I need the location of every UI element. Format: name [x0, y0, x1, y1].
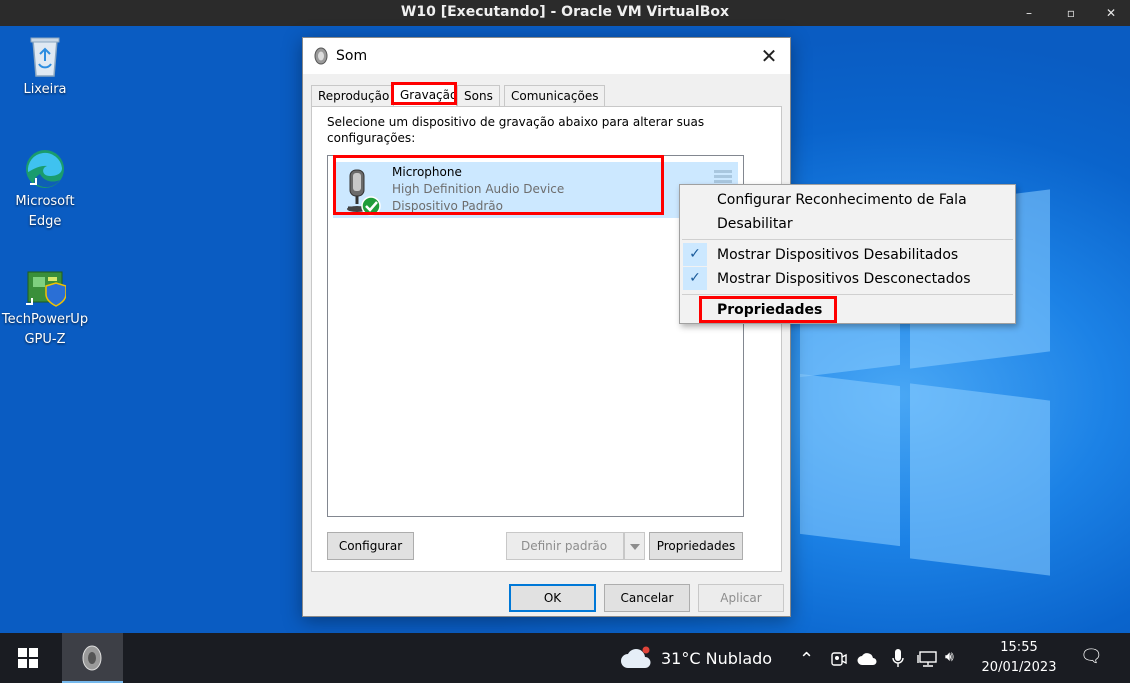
windows-logo-pane — [910, 383, 1050, 576]
desktop-icon-label: Microsoft — [15, 194, 75, 209]
network-icon[interactable] — [917, 650, 939, 668]
onedrive-cloud-icon[interactable] — [857, 651, 879, 667]
desktop-icon-recycle-bin[interactable]: Lixeira — [0, 34, 90, 100]
set-default-button[interactable]: Definir padrão — [506, 532, 624, 560]
menu-item-show-disconnected[interactable]: Mostrar Dispositivos Desconectados — [717, 271, 971, 287]
minimize-icon[interactable]: – — [1019, 3, 1039, 23]
meet-now-icon[interactable] — [830, 650, 848, 668]
device-row-microphone[interactable]: Microphone High Definition Audio Device … — [333, 162, 738, 218]
configure-button[interactable]: Configurar — [327, 532, 414, 560]
desktop-icon-gpuz[interactable]: TechPowerUp GPU-Z — [0, 266, 90, 350]
instructions-text: Selecione um dispositivo de gravação aba… — [327, 115, 705, 145]
check-icon: ✓ — [683, 267, 707, 290]
recycle-bin-icon — [30, 37, 60, 77]
device-driver: High Definition Audio Device — [392, 182, 565, 196]
tab-panel: Selecione um dispositivo de gravação aba… — [311, 106, 782, 572]
context-menu: Configurar Reconhecimento de Fala Desabi… — [679, 184, 1016, 324]
desktop-icon-label: Lixeira — [23, 82, 67, 97]
desktop-icon-label: Edge — [28, 214, 62, 229]
taskbar-sound-app[interactable] — [62, 633, 123, 683]
vbox-window-title: W10 [Executando] - Oracle VM VirtualBox — [400, 4, 730, 20]
clock[interactable]: 15:55 20/01/2023 — [970, 638, 1068, 678]
desktop-icon-label: TechPowerUp — [1, 312, 89, 327]
notification-icon[interactable]: 🗨︎ — [1080, 646, 1103, 667]
device-name: Microphone — [392, 165, 462, 179]
dialog-title: Som — [336, 48, 368, 64]
desktop-icon-label: GPU-Z — [24, 332, 66, 347]
dialog-titlebar: Som ✕ — [303, 38, 790, 74]
set-default-dropdown[interactable] — [624, 532, 645, 560]
close-icon[interactable]: ✕ — [1101, 3, 1121, 23]
desktop-icon-edge[interactable]: Microsoft Edge — [0, 148, 90, 232]
ok-button[interactable]: OK — [509, 584, 596, 612]
dialog-close-icon[interactable]: ✕ — [758, 45, 780, 67]
menu-item-show-disabled[interactable]: Mostrar Dispositivos Desabilitados — [717, 247, 958, 263]
device-status: Dispositivo Padrão — [392, 199, 503, 213]
sound-dialog: Som ✕ Reprodução Gravação Sons Comunicaç… — [302, 37, 791, 617]
microphone-tray-icon[interactable] — [891, 648, 905, 668]
weather-cloud-icon — [621, 646, 651, 668]
windows-logo-pane — [800, 373, 900, 547]
chevron-down-icon — [629, 544, 640, 550]
gpuz-icon — [26, 271, 66, 307]
microphone-icon — [347, 169, 381, 216]
vbox-titlebar: W10 [Executando] - Oracle VM VirtualBox … — [0, 0, 1130, 26]
cancel-button[interactable]: Cancelar — [604, 584, 690, 612]
windows-start-icon — [18, 648, 38, 668]
edge-icon — [26, 150, 64, 188]
weather-text[interactable]: 31°C Nublado — [661, 649, 772, 668]
menu-item-configure-speech[interactable]: Configurar Reconhecimento de Fala — [717, 192, 967, 208]
menu-item-properties[interactable]: Propriedades — [717, 302, 822, 318]
taskbar: 31°C Nublado ⌃ 🔊︎ 15:55 20/01/2023 🗨︎ — [0, 633, 1130, 683]
tab-comunicacoes[interactable]: Comunicações — [504, 85, 606, 106]
tab-reproducao[interactable]: Reprodução — [311, 85, 397, 106]
volume-icon[interactable]: 🔊︎ — [945, 649, 954, 665]
tray-overflow-icon[interactable]: ⌃ — [799, 649, 814, 670]
menu-separator — [682, 294, 1013, 295]
tab-sons[interactable]: Sons — [457, 85, 500, 106]
clock-time: 15:55 — [1000, 640, 1038, 655]
menu-separator — [682, 239, 1013, 240]
apply-button[interactable]: Aplicar — [698, 584, 784, 612]
menu-item-disable[interactable]: Desabilitar — [717, 216, 793, 232]
check-icon: ✓ — [683, 243, 707, 266]
start-button[interactable] — [0, 633, 56, 683]
properties-button[interactable]: Propriedades — [649, 532, 743, 560]
maximize-icon[interactable]: ▫ — [1061, 3, 1081, 23]
speaker-icon — [314, 47, 328, 65]
clock-date: 20/01/2023 — [981, 660, 1057, 675]
tab-gravacao[interactable]: Gravação — [393, 82, 457, 107]
speaker-icon — [82, 645, 102, 671]
